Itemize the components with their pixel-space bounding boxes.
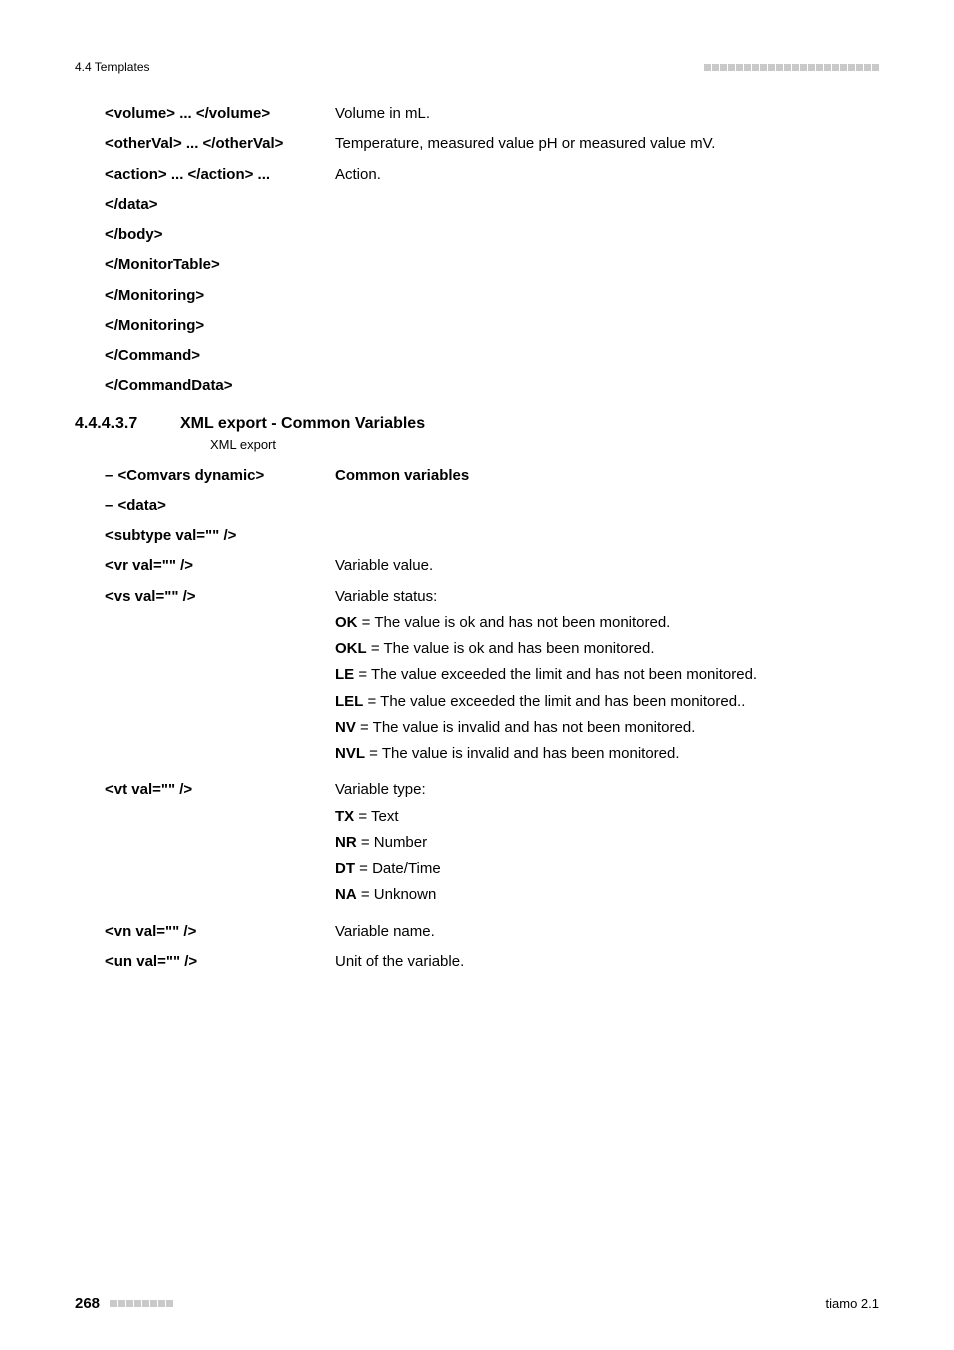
def-term: <un val="" /> [105, 952, 335, 972]
section-number: 4.4.4.3.7 [75, 415, 180, 433]
status-code: LEL [335, 693, 363, 710]
def-term: </CommandData> [105, 376, 335, 396]
footer-left: 268 [75, 1295, 173, 1312]
definition-row: </Monitoring> [105, 316, 879, 336]
type-code: DT [335, 860, 355, 877]
section-heading: 4.4.4.3.7 XML export - Common Variables [75, 415, 879, 433]
page-footer: 268 tiamo 2.1 [75, 1295, 879, 1312]
section-subtitle: XML export [210, 437, 879, 452]
type-code: TX [335, 808, 354, 825]
status-code: NV [335, 719, 356, 736]
def-term: <vr val="" /> [105, 556, 335, 576]
status-text: = The value is ok and has not been monit… [358, 614, 671, 631]
def-term: </data> [105, 195, 335, 215]
header-decor [704, 64, 879, 71]
definition-row: <subtype val="" /> [105, 526, 879, 546]
def-desc: OK = The value is ok and has not been mo… [335, 613, 879, 633]
status-text: = The value exceeded the limit and has n… [354, 666, 757, 683]
def-desc: LE = The value exceeded the limit and ha… [335, 665, 879, 685]
definition-row: <vt val="" /> Variable type: TX = Text N… [105, 780, 879, 911]
def-desc: Variable value. [335, 556, 879, 576]
def-term: <vn val="" /> [105, 922, 335, 942]
def-desc: Action. [335, 165, 879, 185]
definition-row: </data> [105, 195, 879, 215]
def-term: <vs val="" /> [105, 587, 335, 607]
definition-row: – <data> [105, 496, 879, 516]
footer-decor [110, 1300, 173, 1307]
definition-row: <vr val="" /> Variable value. [105, 556, 879, 576]
definition-row: </MonitorTable> [105, 255, 879, 275]
section-title: XML export - Common Variables [180, 415, 879, 433]
status-text: = The value is ok and has been monitored… [367, 640, 655, 657]
def-desc-group: Variable status: OK = The value is ok an… [335, 587, 879, 771]
def-desc: Volume in mL. [335, 104, 879, 124]
def-term: – <data> [105, 496, 335, 516]
definition-row: <un val="" /> Unit of the variable. [105, 952, 879, 972]
def-term: </Command> [105, 346, 335, 366]
def-term: <volume> ... </volume> [105, 104, 335, 124]
definition-row: <vs val="" /> Variable status: OK = The … [105, 587, 879, 771]
def-term: <vt val="" /> [105, 780, 335, 800]
definition-row: <vn val="" /> Variable name. [105, 922, 879, 942]
def-desc: NV = The value is invalid and has not be… [335, 718, 879, 738]
status-text: = The value is invalid and has been moni… [365, 745, 680, 762]
definition-row: – <Comvars dynamic> Common variables [105, 466, 879, 486]
def-term: </body> [105, 225, 335, 245]
def-desc: NA = Unknown [335, 885, 879, 905]
def-desc: Temperature, measured value pH or measur… [335, 134, 879, 154]
type-text: = Unknown [357, 886, 437, 903]
type-text: = Number [357, 834, 427, 851]
definition-row: <volume> ... </volume> Volume in mL. [105, 104, 879, 124]
def-term: <subtype val="" /> [105, 526, 335, 546]
definition-row: <otherVal> ... </otherVal> Temperature, … [105, 134, 879, 154]
def-term: </Monitoring> [105, 316, 335, 336]
status-code: LE [335, 666, 354, 683]
content-area: <volume> ... </volume> Volume in mL. <ot… [75, 104, 879, 972]
def-term: </MonitorTable> [105, 255, 335, 275]
def-desc: NR = Number [335, 833, 879, 853]
type-text: = Date/Time [355, 860, 441, 877]
def-desc: NVL = The value is invalid and has been … [335, 744, 879, 764]
status-code: NVL [335, 745, 365, 762]
status-code: OKL [335, 640, 367, 657]
def-desc-group: Variable type: TX = Text NR = Number DT … [335, 780, 879, 911]
type-text: = Text [354, 808, 398, 825]
footer-right: tiamo 2.1 [826, 1296, 879, 1311]
status-text: = The value exceeded the limit and has b… [363, 693, 745, 710]
def-desc: LEL = The value exceeded the limit and h… [335, 692, 879, 712]
def-desc: TX = Text [335, 807, 879, 827]
definition-row: </Monitoring> [105, 286, 879, 306]
page: 4.4 Templates <volume> ... </volume> Vol… [0, 0, 954, 1350]
def-desc: Variable type: [335, 780, 879, 800]
def-term: – <Comvars dynamic> [105, 466, 335, 486]
definition-row: </body> [105, 225, 879, 245]
status-text: = The value is invalid and has not been … [356, 719, 696, 736]
page-header: 4.4 Templates [75, 60, 879, 74]
def-term: </Monitoring> [105, 286, 335, 306]
definition-row: </Command> [105, 346, 879, 366]
page-number: 268 [75, 1295, 100, 1312]
type-code: NA [335, 886, 357, 903]
header-section-label: 4.4 Templates [75, 60, 150, 74]
def-desc: Variable status: [335, 587, 879, 607]
def-desc: DT = Date/Time [335, 859, 879, 879]
def-desc: Common variables [335, 466, 879, 486]
def-desc: Unit of the variable. [335, 952, 879, 972]
status-code: OK [335, 614, 358, 631]
def-desc: Variable name. [335, 922, 879, 942]
definition-row: <action> ... </action> ... Action. [105, 165, 879, 185]
def-desc: OKL = The value is ok and has been monit… [335, 639, 879, 659]
def-term: <otherVal> ... </otherVal> [105, 134, 335, 154]
type-code: NR [335, 834, 357, 851]
def-term: <action> ... </action> ... [105, 165, 335, 185]
definition-row: </CommandData> [105, 376, 879, 396]
